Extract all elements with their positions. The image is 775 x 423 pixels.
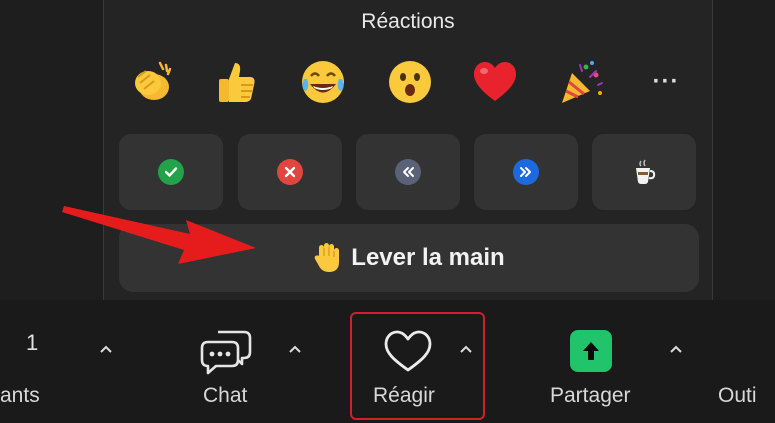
share-label[interactable]: Partager bbox=[550, 384, 631, 408]
share-screen-button[interactable] bbox=[570, 330, 612, 372]
coffee-cup-icon bbox=[636, 159, 656, 184]
chat-button[interactable] bbox=[198, 326, 254, 382]
participants-label[interactable]: ants bbox=[0, 384, 40, 408]
x-icon bbox=[277, 159, 303, 185]
party-popper-emoji-button[interactable] bbox=[551, 52, 611, 112]
party-popper-icon bbox=[562, 61, 603, 103]
chat-caret-icon[interactable] bbox=[287, 343, 303, 355]
thumbs-up-emoji-button[interactable] bbox=[206, 52, 266, 112]
raise-hand-label: Lever la main bbox=[351, 244, 505, 271]
annotation-arrow-icon bbox=[62, 206, 256, 264]
slow-down-status-button[interactable] bbox=[356, 134, 460, 210]
participants-caret-icon[interactable] bbox=[98, 343, 114, 355]
react-highlight-box bbox=[350, 312, 485, 420]
chat-label[interactable]: Chat bbox=[203, 384, 247, 408]
check-icon bbox=[158, 159, 184, 185]
arrow-up-icon bbox=[583, 342, 599, 360]
tears-of-joy-icon bbox=[302, 61, 344, 103]
tools-label[interactable]: Outi bbox=[718, 384, 757, 408]
surprised-face-icon bbox=[389, 61, 431, 103]
coffee-status-button[interactable] bbox=[592, 134, 696, 210]
rewind-icon bbox=[395, 159, 421, 185]
participants-count: 1 bbox=[26, 330, 39, 355]
thumbs-up-icon bbox=[219, 63, 255, 102]
heart-emoji-button[interactable] bbox=[465, 52, 525, 112]
chat-bubbles-icon bbox=[200, 330, 252, 375]
heart-icon bbox=[474, 62, 516, 101]
emoji-reaction-row: ··· bbox=[104, 52, 714, 112]
clapping-hands-icon bbox=[135, 61, 172, 100]
share-caret-icon[interactable] bbox=[668, 343, 684, 355]
more-reactions-label: ··· bbox=[652, 68, 680, 95]
fast-forward-icon bbox=[513, 159, 539, 185]
more-reactions-button[interactable]: ··· bbox=[636, 52, 696, 112]
surprised-emoji-button[interactable] bbox=[380, 52, 440, 112]
tears-of-joy-emoji-button[interactable] bbox=[293, 52, 353, 112]
clapping-hands-emoji-button[interactable] bbox=[121, 52, 181, 112]
raised-hand-icon bbox=[314, 243, 340, 272]
speed-up-status-button[interactable] bbox=[474, 134, 578, 210]
reactions-title: Réactions bbox=[361, 10, 455, 33]
